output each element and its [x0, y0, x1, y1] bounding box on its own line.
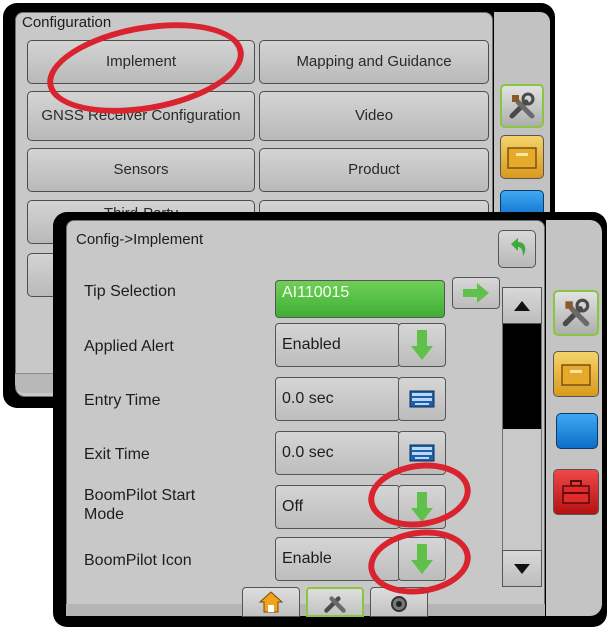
product-button[interactable]: Product [259, 148, 489, 192]
folder-icon[interactable] [553, 351, 599, 397]
scroll-up-button[interactable] [502, 287, 542, 324]
scrollbar-thumb[interactable] [503, 324, 541, 429]
applied-alert-dropdown-button[interactable] [398, 323, 446, 367]
up-triangle-icon [514, 300, 530, 311]
undo-button[interactable] [498, 230, 536, 268]
scroll-down-button[interactable] [502, 550, 542, 587]
tip-selection-value[interactable]: AI110015 [275, 280, 445, 318]
keyboard-icon [409, 444, 435, 462]
mapping-and-guidance-button[interactable]: Mapping and Guidance [259, 40, 489, 84]
exit-time-label: Exit Time [84, 446, 150, 463]
video-button[interactable]: Video [259, 91, 489, 141]
entry-time-keyboard-button[interactable] [398, 377, 446, 421]
tools-icon[interactable] [553, 290, 599, 336]
down-arrow-icon [411, 330, 433, 360]
entry-time-value[interactable]: 0.0 sec [275, 377, 400, 421]
display-icon[interactable] [556, 413, 598, 449]
tip-selection-label: Tip Selection [84, 283, 176, 300]
boompilot-start-mode-label: BoomPilot Start Mode [84, 487, 196, 523]
right-arrow-icon [463, 283, 489, 303]
breadcrumb: Config->Implement [76, 231, 204, 248]
tools-icon[interactable] [500, 84, 544, 128]
home-icon [258, 591, 284, 613]
applied-alert-label: Applied Alert [84, 338, 174, 355]
boompilot-icon-label: BoomPilot Icon [84, 552, 192, 569]
tip-selection-next-button[interactable] [452, 277, 500, 309]
back-screen-title: Configuration [22, 14, 112, 31]
toolbox-icon[interactable] [553, 469, 599, 515]
tools-tab[interactable] [306, 587, 364, 617]
undo-arrow-icon [511, 238, 526, 256]
exit-time-value[interactable]: 0.0 sec [275, 431, 400, 475]
applied-alert-value[interactable]: Enabled [275, 323, 400, 367]
camera-icon [391, 596, 407, 612]
tools-icon [324, 596, 346, 613]
sensors-button[interactable]: Sensors [27, 148, 255, 192]
down-triangle-icon [514, 563, 530, 574]
keyboard-icon [409, 390, 435, 408]
home-tab[interactable] [242, 587, 300, 617]
entry-time-label: Entry Time [84, 392, 161, 409]
folder-icon[interactable] [500, 135, 544, 179]
